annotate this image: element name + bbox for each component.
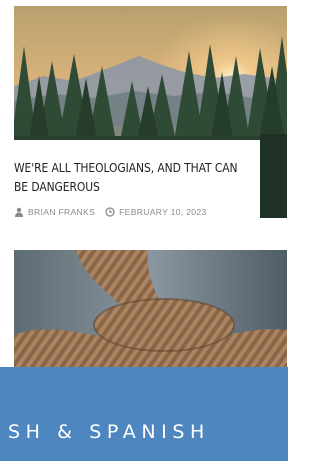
language-banner[interactable]: SH & SPANISH	[0, 367, 288, 461]
post-image-rope[interactable]	[14, 250, 287, 370]
post-author[interactable]: BRIAN FRANKS	[28, 207, 95, 217]
user-icon	[14, 207, 24, 217]
post-title[interactable]: WE'RE ALL THEOLOGIANS, AND THAT CAN BE D…	[14, 158, 246, 196]
clock-icon	[105, 207, 115, 217]
post-date: FEBRUARY 10, 2023	[119, 207, 207, 217]
post-card-text: WE'RE ALL THEOLOGIANS, AND THAT CAN BE D…	[0, 140, 260, 220]
banner-text[interactable]: SH & SPANISH	[8, 421, 210, 443]
post-meta: BRIAN FRANKS FEBRUARY 10, 2023	[14, 207, 259, 217]
